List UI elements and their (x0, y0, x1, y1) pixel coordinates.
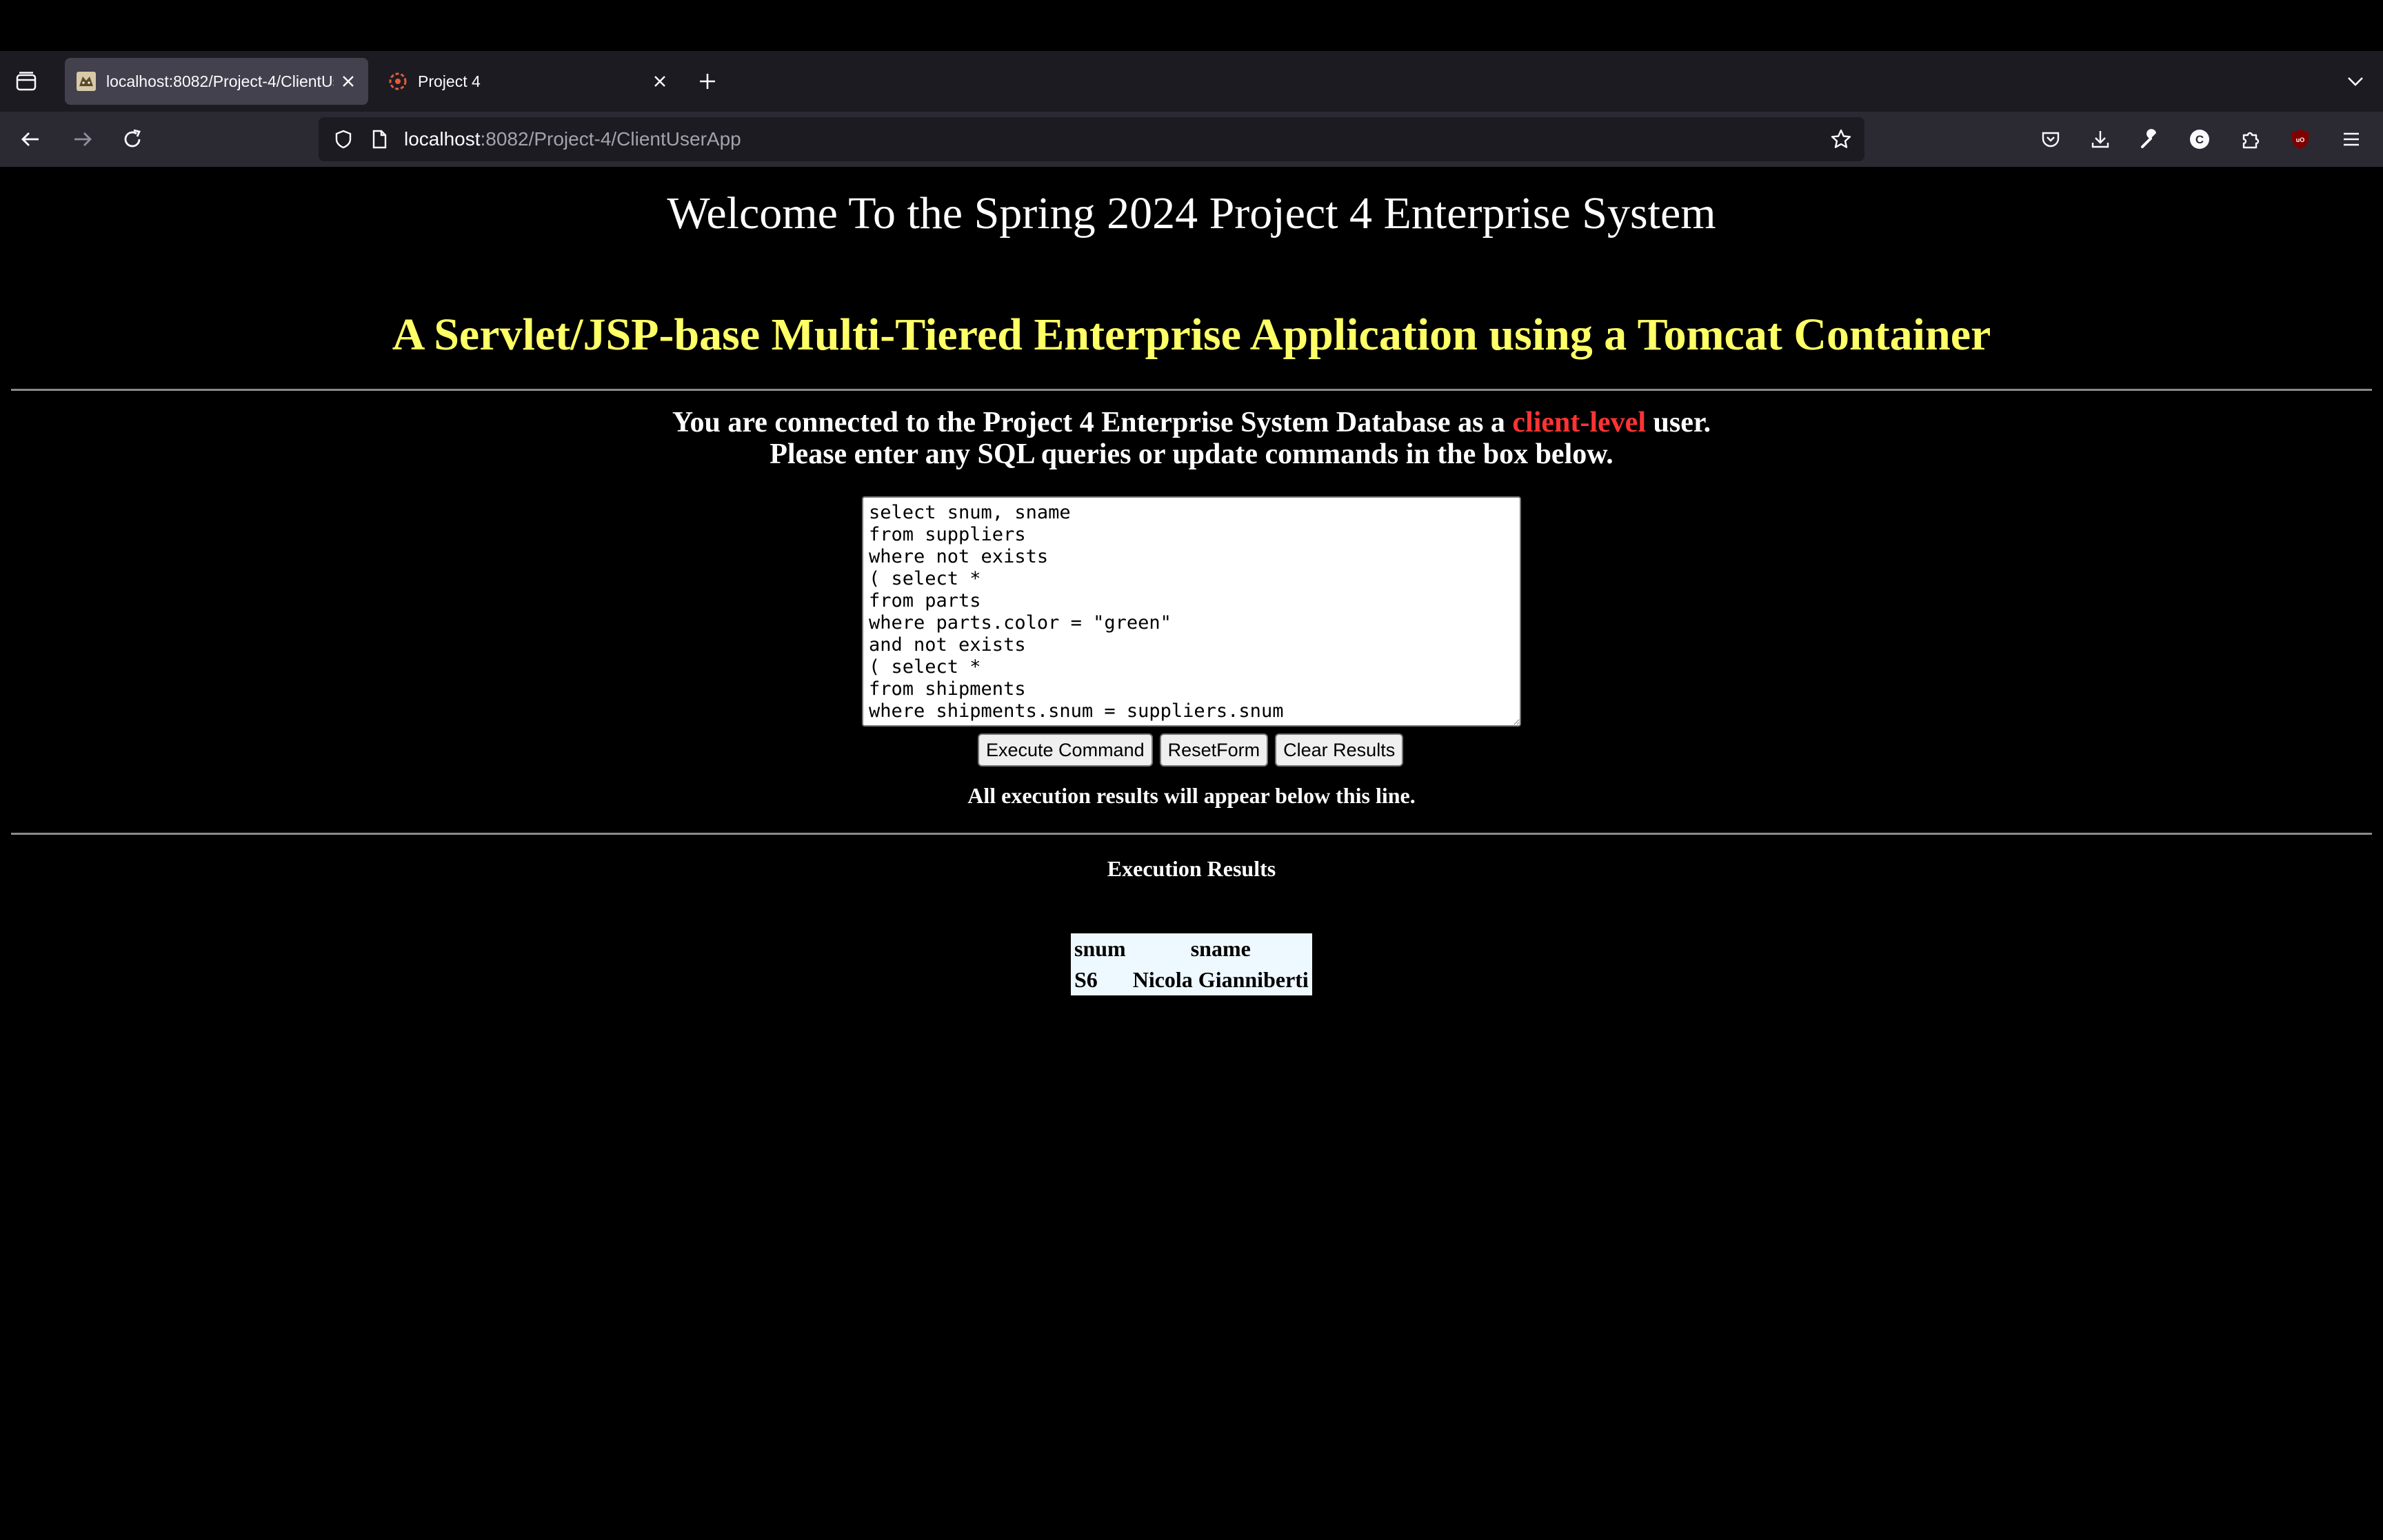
results-title: Execution Results (1107, 856, 1276, 881)
plus-icon[interactable] (695, 69, 720, 94)
execute-command-button[interactable]: Execute Command (978, 733, 1153, 767)
reset-form-button[interactable]: ResetForm (1159, 733, 1269, 767)
tab-label: Project 4 (418, 72, 481, 90)
page-content: Welcome To the Spring 2024 Project 4 Ent… (0, 167, 2383, 1540)
url-host: localhost (404, 128, 481, 150)
svg-text:C: C (2195, 133, 2204, 146)
page-subtitle: A Servlet/JSP-base Multi-Tiered Enterpri… (392, 310, 1991, 360)
tab-client-user-app[interactable]: localhost:8082/Project-4/ClientUserApp (65, 58, 368, 105)
connection-suffix: user. (1646, 407, 1711, 438)
column-header-sname: sname (1190, 936, 1251, 961)
tab-label: localhost:8082/Project-4/ClientUserApp (106, 72, 334, 90)
cell-sname: Nicola Gianniberti (1132, 967, 1309, 992)
user-level: client-level (1512, 407, 1646, 438)
cell-snum: S6 (1074, 967, 1098, 992)
chevron-down-icon[interactable] (2343, 69, 2368, 94)
connection-message: You are connected to the Project 4 Enter… (0, 407, 2383, 470)
address-bar[interactable]: localhost:8082/Project-4/ClientUserApp (319, 117, 1864, 161)
pocket-icon[interactable] (2038, 127, 2063, 152)
url-path: :8082/Project-4/ClientUserApp (480, 128, 741, 150)
puzzle-icon[interactable] (2238, 127, 2263, 152)
instructions: Please enter any SQL queries or update c… (770, 438, 1613, 470)
forward-arrow-icon (70, 127, 95, 152)
divider (11, 389, 2372, 391)
download-icon[interactable] (2088, 127, 2113, 152)
results-table: snum sname S6 Nicola Gianniberti (1071, 933, 1312, 995)
column-header-snum: snum (1074, 936, 1126, 961)
table-row: S6 Nicola Gianniberti (1071, 964, 1312, 995)
back-arrow-icon[interactable] (18, 127, 43, 152)
clear-results-button[interactable]: Clear Results (1275, 733, 1404, 767)
form-buttons: Execute Command ResetForm Clear Results (978, 733, 1404, 767)
ublock-icon[interactable]: uO (2288, 127, 2313, 152)
reload-icon[interactable] (120, 127, 145, 152)
tab-project-4[interactable]: Project 4 (376, 58, 680, 105)
shield-icon[interactable] (331, 127, 356, 152)
star-icon[interactable] (1829, 127, 1853, 152)
svg-text:uO: uO (2296, 136, 2305, 143)
page-title: Welcome To the Spring 2024 Project 4 Ent… (667, 188, 1716, 239)
hamburger-menu-icon[interactable] (2339, 127, 2364, 152)
tab-bar: localhost:8082/Project-4/ClientUserApp P… (0, 51, 2383, 112)
wrench-icon[interactable] (2138, 127, 2162, 152)
page-icon[interactable] (367, 127, 392, 152)
tomcat-favicon-icon (76, 71, 97, 92)
divider (11, 833, 2372, 835)
connection-text: You are connected to the Project 4 Enter… (672, 407, 1513, 438)
account-icon[interactable]: C (2187, 127, 2212, 152)
close-tab-icon[interactable] (650, 71, 670, 92)
results-note: All execution results will appear below … (967, 783, 1416, 808)
nav-toolbar: localhost:8082/Project-4/ClientUserApp C… (0, 112, 2383, 167)
close-tab-icon[interactable] (338, 71, 359, 92)
url-text[interactable]: localhost:8082/Project-4/ClientUserApp (404, 117, 741, 161)
project-favicon-icon (388, 71, 408, 92)
tab-overview-icon[interactable] (14, 69, 39, 94)
table-header-row: snum sname (1071, 933, 1312, 964)
sql-command-input[interactable]: select snum, sname from suppliers where … (862, 496, 1521, 727)
